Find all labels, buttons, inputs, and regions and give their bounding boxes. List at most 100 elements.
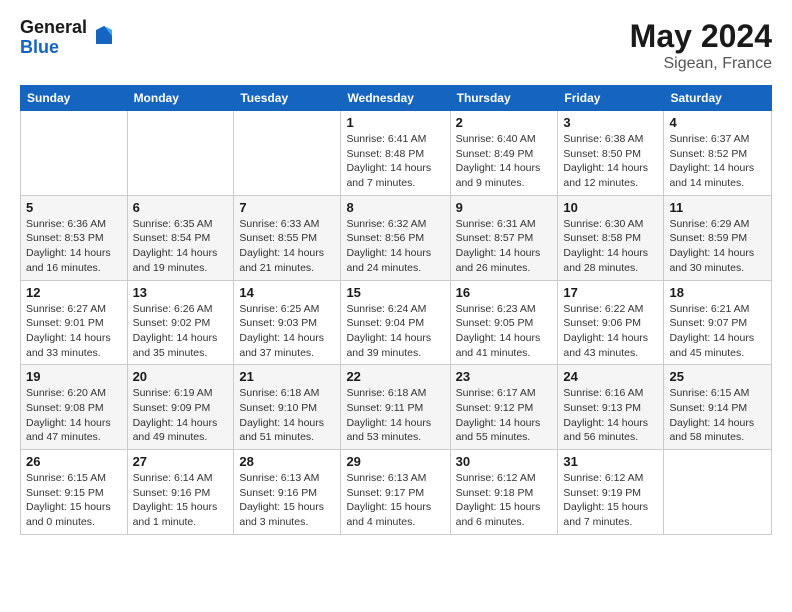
week-row-1: 5Sunrise: 6:36 AMSunset: 8:53 PMDaylight… [21,195,772,280]
calendar-cell [234,111,341,196]
day-info: Sunrise: 6:38 AMSunset: 8:50 PMDaylight:… [563,132,658,191]
day-info: Sunrise: 6:12 AMSunset: 9:19 PMDaylight:… [563,471,658,530]
day-number: 2 [456,115,553,130]
day-info: Sunrise: 6:26 AMSunset: 9:02 PMDaylight:… [133,302,229,361]
day-number: 26 [26,454,122,469]
day-number: 3 [563,115,658,130]
calendar-cell: 27Sunrise: 6:14 AMSunset: 9:16 PMDayligh… [127,450,234,535]
calendar-cell: 29 Sunrise: 6:13 AMSunset: 9:17 PMDayligh… [341,450,450,535]
calendar-cell: 23Sunrise: 6:17 AMSunset: 9:12 PMDayligh… [450,365,558,450]
day-number: 30 [456,454,553,469]
day-info: Sunrise: 6:22 AMSunset: 9:06 PMDaylight:… [563,302,658,361]
day-number: 4 [669,115,766,130]
day-info: Sunrise: 6:35 AMSunset: 8:54 PMDaylight:… [133,217,229,276]
calendar-cell: 31Sunrise: 6:12 AMSunset: 9:19 PMDayligh… [558,450,664,535]
calendar-cell: 22 Sunrise: 6:18 AMSunset: 9:11 PMDayligh… [341,365,450,450]
day-number: 23 [456,369,553,384]
calendar-cell: 28 Sunrise: 6:13 AMSunset: 9:16 PMDayligh… [234,450,341,535]
day-info: Sunrise: 6:30 AMSunset: 8:58 PMDaylight:… [563,217,658,276]
day-info: Sunrise: 6:15 AMSunset: 9:15 PMDaylight:… [26,471,122,530]
col-thursday: Thursday [450,86,558,111]
day-info: Sunrise: 6:24 AMSunset: 9:04 PMDaylight:… [346,302,444,361]
calendar-cell: 6 Sunrise: 6:35 AMSunset: 8:54 PMDaylight… [127,195,234,280]
calendar-cell: 18Sunrise: 6:21 AMSunset: 9:07 PMDayligh… [664,280,772,365]
day-info: Sunrise: 6:41 AMSunset: 8:48 PMDaylight:… [346,132,444,191]
day-number: 24 [563,369,658,384]
day-info: Sunrise: 6:32 AMSunset: 8:56 PMDaylight:… [346,217,444,276]
calendar-cell: 11Sunrise: 6:29 AMSunset: 8:59 PMDayligh… [664,195,772,280]
day-info: Sunrise: 6:16 AMSunset: 9:13 PMDaylight:… [563,386,658,445]
calendar-cell: 7Sunrise: 6:33 AMSunset: 8:55 PMDaylight… [234,195,341,280]
calendar-cell [127,111,234,196]
calendar-cell: 21 Sunrise: 6:18 AMSunset: 9:10 PMDayligh… [234,365,341,450]
calendar-cell: 3 Sunrise: 6:38 AMSunset: 8:50 PMDaylight… [558,111,664,196]
logo-general: General [20,18,87,38]
day-number: 14 [239,285,335,300]
calendar-cell: 12Sunrise: 6:27 AMSunset: 9:01 PMDayligh… [21,280,128,365]
calendar-cell: 9 Sunrise: 6:31 AMSunset: 8:57 PMDaylight… [450,195,558,280]
calendar-cell: 19Sunrise: 6:20 AMSunset: 9:08 PMDayligh… [21,365,128,450]
col-wednesday: Wednesday [341,86,450,111]
day-info: Sunrise: 6:15 AMSunset: 9:14 PMDaylight:… [669,386,766,445]
week-row-0: 1 Sunrise: 6:41 AMSunset: 8:48 PMDaylight… [21,111,772,196]
calendar-cell: 14Sunrise: 6:25 AMSunset: 9:03 PMDayligh… [234,280,341,365]
day-info: Sunrise: 6:18 AMSunset: 9:11 PMDaylight:… [346,386,444,445]
calendar-cell: 17 Sunrise: 6:22 AMSunset: 9:06 PMDayligh… [558,280,664,365]
day-info: Sunrise: 6:29 AMSunset: 8:59 PMDaylight:… [669,217,766,276]
day-number: 9 [456,200,553,215]
week-row-4: 26 Sunrise: 6:15 AMSunset: 9:15 PMDayligh… [21,450,772,535]
calendar-cell: 25 Sunrise: 6:15 AMSunset: 9:14 PMDayligh… [664,365,772,450]
calendar-cell: 13 Sunrise: 6:26 AMSunset: 9:02 PMDayligh… [127,280,234,365]
day-number: 8 [346,200,444,215]
col-friday: Friday [558,86,664,111]
day-number: 20 [133,369,229,384]
calendar-cell: 24 Sunrise: 6:16 AMSunset: 9:13 PMDayligh… [558,365,664,450]
col-sunday: Sunday [21,86,128,111]
day-number: 19 [26,369,122,384]
day-info: Sunrise: 6:18 AMSunset: 9:10 PMDaylight:… [239,386,335,445]
title-area: May 2024 Sigean, France [630,18,772,73]
location-title: Sigean, France [630,55,772,73]
day-number: 5 [26,200,122,215]
day-number: 17 [563,285,658,300]
day-info: Sunrise: 6:14 AMSunset: 9:16 PMDaylight:… [133,471,229,530]
day-info: Sunrise: 6:21 AMSunset: 9:07 PMDaylight:… [669,302,766,361]
day-number: 21 [239,369,335,384]
day-number: 10 [563,200,658,215]
day-number: 12 [26,285,122,300]
calendar-cell: 10 Sunrise: 6:30 AMSunset: 8:58 PMDayligh… [558,195,664,280]
day-info: Sunrise: 6:12 AMSunset: 9:18 PMDaylight:… [456,471,553,530]
day-info: Sunrise: 6:13 AMSunset: 9:17 PMDaylight:… [346,471,444,530]
day-info: Sunrise: 6:40 AMSunset: 8:49 PMDaylight:… [456,132,553,191]
day-number: 16 [456,285,553,300]
day-number: 13 [133,285,229,300]
day-number: 29 [346,454,444,469]
day-number: 28 [239,454,335,469]
calendar-page: General Blue May 2024 Sigean, France Sun… [0,0,792,545]
calendar-table: Sunday Monday Tuesday Wednesday Thursday… [20,85,772,535]
calendar-cell: 8 Sunrise: 6:32 AMSunset: 8:56 PMDaylight… [341,195,450,280]
calendar-cell: 26 Sunrise: 6:15 AMSunset: 9:15 PMDayligh… [21,450,128,535]
calendar-cell: 16 Sunrise: 6:23 AMSunset: 9:05 PMDayligh… [450,280,558,365]
logo-blue: Blue [20,38,87,58]
day-number: 25 [669,369,766,384]
calendar-cell [21,111,128,196]
calendar-cell: 30 Sunrise: 6:12 AMSunset: 9:18 PMDayligh… [450,450,558,535]
calendar-cell [664,450,772,535]
logo-text: General Blue [20,18,87,58]
logo: General Blue [20,18,118,58]
week-row-3: 19Sunrise: 6:20 AMSunset: 9:08 PMDayligh… [21,365,772,450]
calendar-cell: 5Sunrise: 6:36 AMSunset: 8:53 PMDaylight… [21,195,128,280]
col-saturday: Saturday [664,86,772,111]
day-info: Sunrise: 6:23 AMSunset: 9:05 PMDaylight:… [456,302,553,361]
day-number: 22 [346,369,444,384]
day-info: Sunrise: 6:13 AMSunset: 9:16 PMDaylight:… [239,471,335,530]
day-number: 7 [239,200,335,215]
day-number: 6 [133,200,229,215]
logo-icon [90,22,118,50]
calendar-cell: 2 Sunrise: 6:40 AMSunset: 8:49 PMDaylight… [450,111,558,196]
col-tuesday: Tuesday [234,86,341,111]
day-number: 1 [346,115,444,130]
day-info: Sunrise: 6:31 AMSunset: 8:57 PMDaylight:… [456,217,553,276]
month-title: May 2024 [630,18,772,55]
